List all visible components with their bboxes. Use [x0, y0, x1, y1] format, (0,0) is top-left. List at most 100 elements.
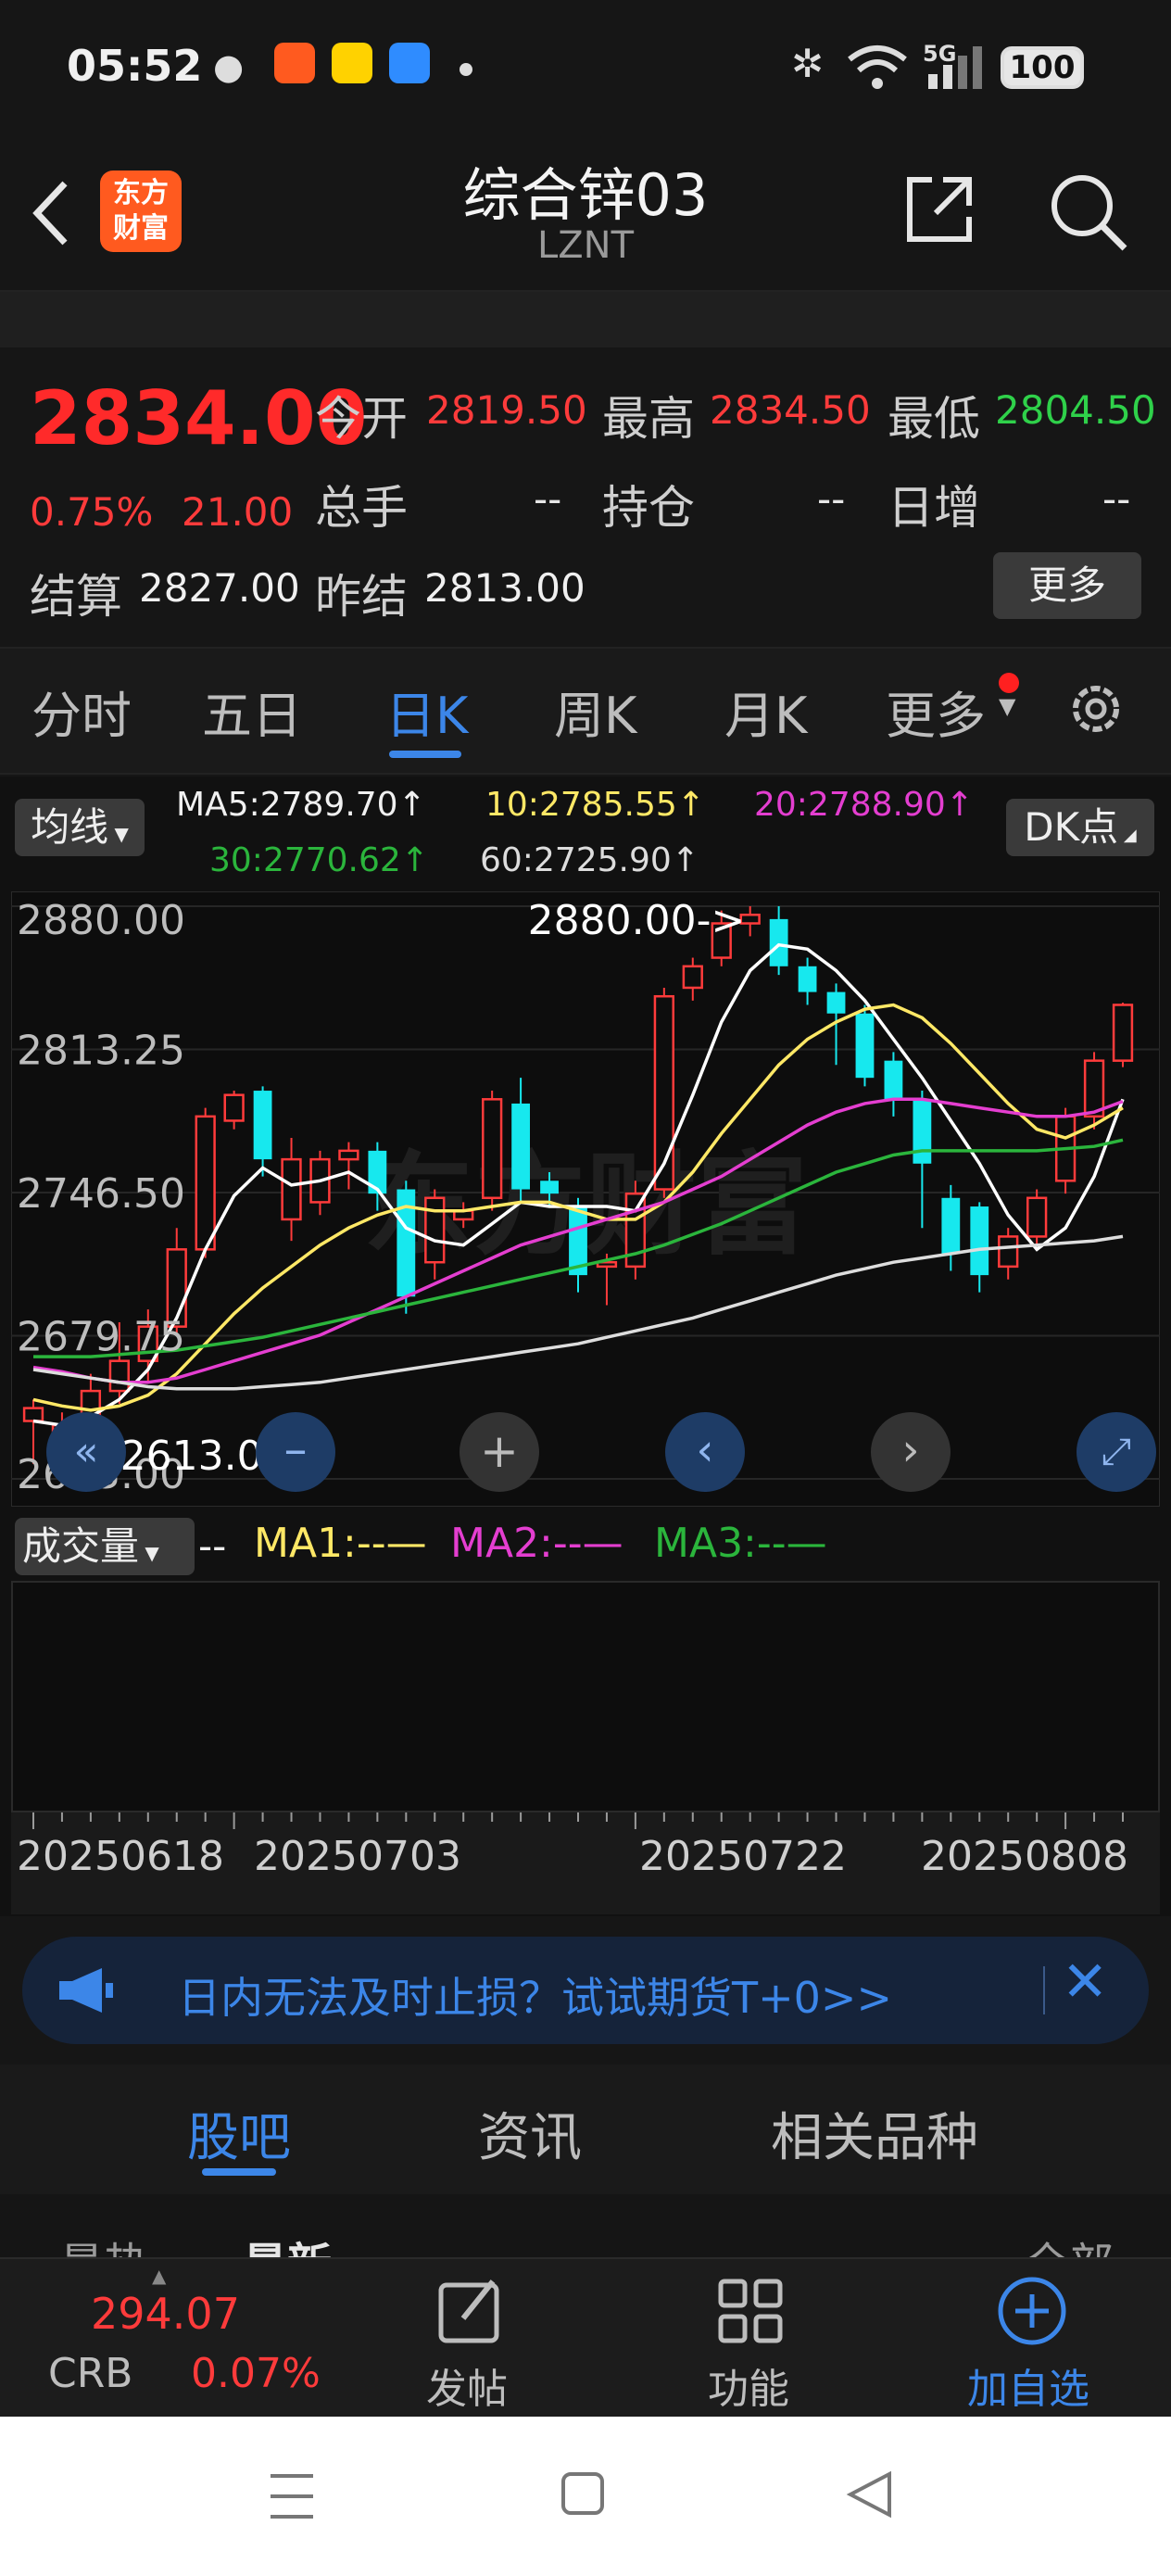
candle-body-up	[22, 1407, 44, 1422]
grid-apps-icon[interactable]	[715, 2276, 786, 2346]
tab-related[interactable]: 相关品种	[771, 2096, 978, 2171]
candle-body-up	[998, 1235, 1019, 1269]
scroll-left-button[interactable]: ‹	[665, 1412, 745, 1492]
banner-divider	[1043, 1966, 1045, 2014]
candle-body-down	[913, 1099, 932, 1164]
post-edit-icon[interactable]	[435, 2276, 506, 2346]
home-icon[interactable]	[560, 2470, 606, 2517]
zoom-out-button[interactable]: –	[256, 1412, 335, 1492]
vol-ma1: MA1:--—	[254, 1520, 427, 1567]
bluetooth-icon: ✲	[791, 41, 825, 86]
candle-body-up	[108, 1359, 130, 1393]
tab-five-day[interactable]: 五日	[202, 675, 302, 748]
caret-down-icon: ▼	[999, 693, 1016, 719]
crb-label: CRB	[48, 2350, 133, 2397]
ma60-readout: 60:2725.90↑	[480, 841, 699, 879]
app-icon-orange	[274, 43, 315, 83]
candle-body-up	[281, 1157, 302, 1221]
y-tick-label: 2746.50	[17, 1170, 185, 1218]
chart-first-button[interactable]: «	[46, 1412, 126, 1492]
sort-hot[interactable]: 最热	[59, 2228, 148, 2259]
high-label: 最高	[602, 392, 695, 446]
candle-body-down	[884, 1060, 903, 1100]
x-label-4: 20250808	[921, 1833, 1128, 1880]
sort-new[interactable]: 最新	[243, 2228, 332, 2259]
candle-body-up	[1026, 1196, 1048, 1238]
candle-body-down	[941, 1197, 961, 1254]
tab-intraday[interactable]: 分时	[31, 675, 132, 748]
x-label-2: 20250703	[254, 1833, 461, 1880]
back-nav-icon[interactable]	[843, 2469, 895, 2520]
oi-label: 持仓	[602, 481, 695, 535]
tab-news[interactable]: 资讯	[478, 2096, 582, 2171]
tab-forum[interactable]: 股吧	[187, 2096, 291, 2171]
candle-body-up	[424, 1196, 446, 1264]
candle-body-down	[769, 918, 788, 966]
battery-icon: 100	[1001, 46, 1084, 89]
signal-icon	[928, 46, 982, 89]
megaphone-icon	[59, 1968, 113, 2013]
dot-icon	[460, 63, 472, 76]
y-tick-label: 2880.00	[17, 897, 185, 944]
status-time: 05:52	[67, 41, 203, 91]
tab-weekly-k[interactable]: 周K	[554, 675, 636, 748]
forum-tab-underline	[202, 2168, 276, 2176]
more-button[interactable]: 更多	[993, 552, 1141, 619]
high-value: 2834.50	[710, 387, 871, 433]
add-watchlist-label[interactable]: 加自选	[967, 2355, 1089, 2415]
page-title: 综合锌03	[462, 161, 709, 229]
fullscreen-button[interactable]: ⤢	[1077, 1412, 1156, 1492]
ma5-readout: MA5:2789.70↑	[176, 786, 426, 824]
candle-body-down	[540, 1181, 559, 1194]
vol-ma2: MA2:--—	[450, 1520, 623, 1567]
page-subtitle: LZNT	[536, 224, 635, 267]
system-nav-bar	[0, 2417, 1171, 2576]
daily-label: 日增	[888, 481, 980, 535]
x-label-3: 20250722	[639, 1833, 847, 1880]
filter-all[interactable]: 全部	[1025, 2228, 1114, 2259]
tab-more[interactable]: 更多	[886, 675, 986, 748]
candle-body-down	[253, 1091, 272, 1160]
volume-chart	[11, 1581, 1160, 1812]
close-icon[interactable]: ✕	[1062, 1950, 1108, 2014]
scroll-right-button[interactable]: ›	[871, 1412, 951, 1492]
volume-select-dropdown[interactable]: 成交量 ▼	[15, 1518, 195, 1575]
y-tick-label: 2679.75	[17, 1314, 185, 1361]
bottom-toolbar: ▲ 294.07 CRB 0.07% 发帖 功能 加自选	[0, 2257, 1171, 2417]
wechat-icon: ●	[213, 46, 245, 87]
status-bar: 05:52 ● ✲ 5G 100	[0, 0, 1171, 130]
add-watchlist-icon[interactable]	[995, 2274, 1069, 2348]
daily-value: --	[1102, 476, 1131, 522]
candle-body-up	[338, 1149, 359, 1161]
change-amount: 21.00	[182, 489, 294, 535]
candle-body-up	[682, 965, 703, 990]
y-tick-label: 2813.25	[17, 1028, 185, 1075]
divider	[0, 292, 1171, 347]
notification-dot	[999, 673, 1019, 693]
tab-daily-k[interactable]: 日K	[385, 675, 468, 748]
ma-select-dropdown[interactable]: 均线 ▼	[15, 799, 145, 856]
weather-icon	[389, 43, 430, 83]
settle-value: 2827.00	[139, 565, 300, 611]
ma20-readout: 20:2788.90↑	[754, 786, 974, 824]
volume-value: --	[534, 476, 562, 522]
vol-ma3: MA3:--—	[654, 1520, 827, 1567]
change-pct: 0.75%	[30, 489, 154, 535]
zoom-in-button[interactable]: +	[460, 1412, 539, 1492]
promo-banner[interactable]: 日内无法及时止损？试试期货T+0>> ✕	[22, 1937, 1149, 2044]
sort-row: 最热 最新 全部	[0, 2194, 1171, 2259]
prev-settle-label: 昨结	[315, 570, 408, 624]
post-label[interactable]: 发帖	[426, 2355, 508, 2415]
function-label[interactable]: 功能	[708, 2355, 789, 2415]
dk-point-button[interactable]: DK点 ◢	[1006, 799, 1154, 856]
candlestick-chart[interactable]: 东方财富 2880.002813.252746.502679.752613.00…	[11, 891, 1160, 1507]
crb-value[interactable]: 294.07	[91, 2289, 240, 2339]
tab-monthly-k[interactable]: 月K	[724, 675, 807, 748]
settle-label: 结算	[30, 570, 122, 624]
volume-label: 总手	[315, 481, 408, 535]
candle-body-up	[482, 1098, 503, 1200]
settings-gear-icon[interactable]	[1064, 676, 1128, 741]
candle-body-down	[970, 1206, 989, 1276]
candle-body-up	[223, 1093, 245, 1122]
menu-icon[interactable]	[269, 2470, 315, 2522]
